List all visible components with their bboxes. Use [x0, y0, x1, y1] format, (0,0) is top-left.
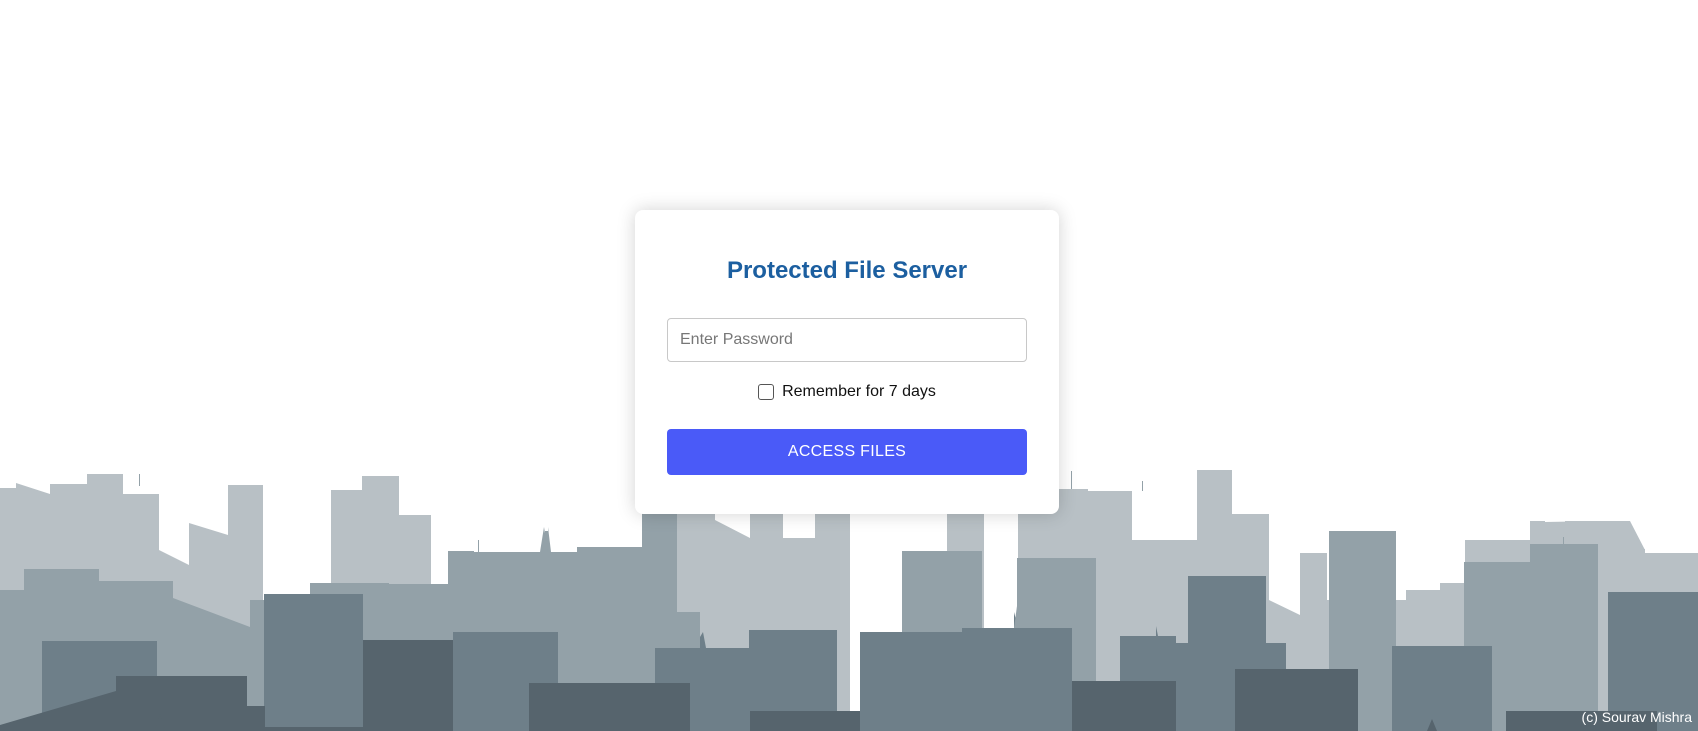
- password-input[interactable]: [667, 318, 1027, 362]
- remember-checkbox[interactable]: [758, 384, 775, 400]
- login-page: Protected File Server Remember for 7 day…: [0, 0, 1698, 731]
- remember-row: Remember for 7 days: [635, 382, 1059, 402]
- page-title: Protected File Server: [726, 257, 968, 284]
- login-card: Protected File Server Remember for 7 day…: [635, 210, 1059, 514]
- footer-credit: (c) Sourav Mishra: [1581, 709, 1692, 725]
- remember-label[interactable]: Remember for 7 days: [782, 383, 936, 401]
- access-files-button[interactable]: ACCESS FILES: [667, 429, 1027, 475]
